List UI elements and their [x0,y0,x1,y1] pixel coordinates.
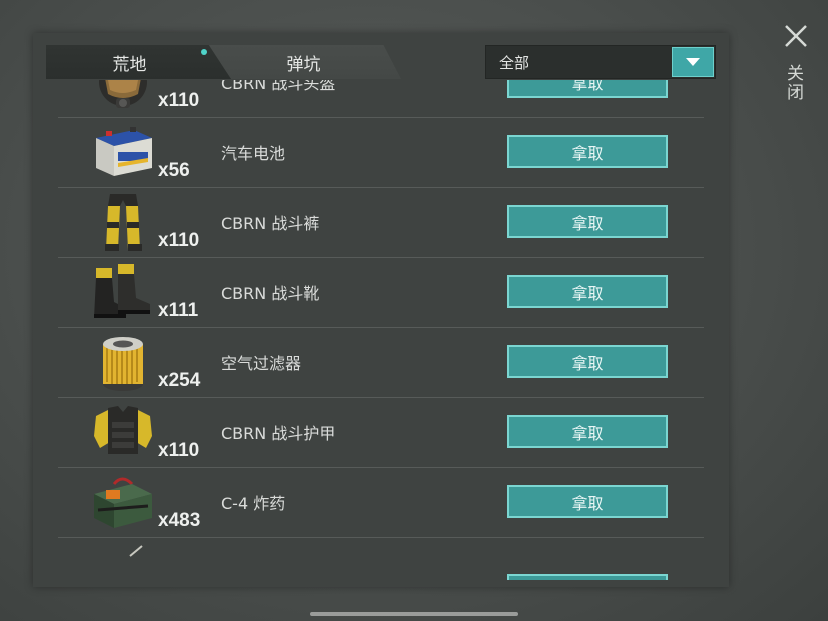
gas-mask-helmet-icon [88,80,158,114]
item-quantity: x110 [158,90,200,111]
item-name: CBRN 战斗护甲 [221,424,336,443]
body-armor-icon [88,402,158,464]
combat-boots-icon [88,262,158,324]
item-name: CBRN 战斗头盔 [221,80,336,93]
list-item: x254 空气过滤器 拿取 [58,328,704,398]
air-filter-icon [88,332,158,394]
take-button[interactable]: 拿取 [507,485,668,518]
tab-crater-label: 弹坑 [286,54,321,75]
item-name: CBRN 战斗靴 [221,284,320,303]
take-button-label: 拿取 [571,423,604,443]
take-button[interactable] [507,574,668,580]
list-item: x56 汽车电池 拿取 [58,118,704,188]
chevron-down-icon [686,58,700,66]
category-filter-dropdown[interactable]: 全部 [485,45,716,79]
item-list[interactable]: x110 CBRN 战斗头盔 拿取 x56 汽车电池 拿取 x110 CBRN … [58,80,704,580]
take-button-label: 拿取 [571,80,604,93]
take-button[interactable]: 拿取 [507,80,668,98]
close-label: 关闭 [783,64,803,102]
list-item: x483 C-4 炸药 拿取 [58,468,704,538]
item-quantity: x110 [158,230,200,251]
take-button-label: 拿取 [571,143,604,163]
take-button-label: 拿取 [571,493,604,513]
item-name: 汽车电池 [221,144,286,163]
item-quantity: x483 [158,510,201,531]
list-item: x111 CBRN 战斗靴 拿取 [58,258,704,328]
car-battery-icon [88,122,158,184]
take-button-label: 拿取 [571,213,604,233]
item-name: 空气过滤器 [221,354,302,373]
item-name: C-4 炸药 [221,494,286,513]
tab-bar: 弹坑 荒地 [46,45,406,81]
loot-panel: 弹坑 荒地 全部 x110 CBRN 战斗头盔 拿取 x56 汽车电池 拿取 x… [33,33,729,587]
filter-selected-value: 全部 [499,53,530,72]
dropdown-toggle[interactable] [672,47,714,77]
item-quantity: x56 [158,160,190,181]
take-button[interactable]: 拿取 [507,135,668,168]
home-indicator [310,612,518,616]
combat-pants-icon [88,192,158,254]
list-item: x110 CBRN 战斗头盔 拿取 [58,80,704,118]
take-button[interactable]: 拿取 [507,345,668,378]
item-quantity: x111 [158,300,199,321]
item-quantity: x110 [158,440,200,461]
item-quantity: x254 [158,370,201,391]
tab-crater[interactable]: 弹坑 [206,45,401,79]
take-button[interactable]: 拿取 [507,275,668,308]
partial-item-icon [88,542,158,580]
take-button-label: 拿取 [571,353,604,373]
item-name: CBRN 战斗裤 [221,214,320,233]
list-item [58,538,704,580]
take-button-label: 拿取 [571,283,604,303]
c4-explosive-icon [88,472,158,534]
close-button[interactable] [782,22,810,50]
close-icon [785,25,807,47]
take-button[interactable]: 拿取 [507,415,668,448]
tab-wasteland-label: 荒地 [112,54,147,75]
notification-dot [201,49,207,55]
take-button[interactable]: 拿取 [507,205,668,238]
list-item: x110 CBRN 战斗护甲 拿取 [58,398,704,468]
list-item: x110 CBRN 战斗裤 拿取 [58,188,704,258]
